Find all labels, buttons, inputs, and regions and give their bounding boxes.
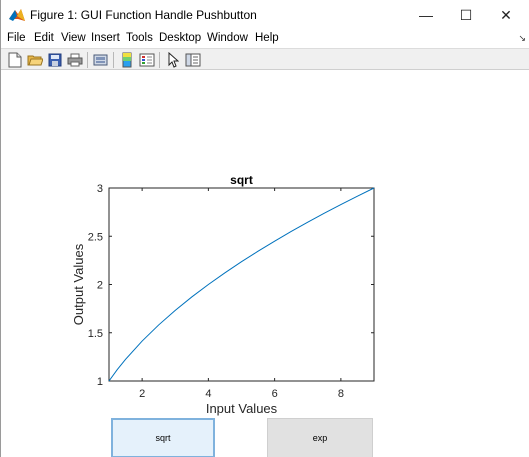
- exp-button[interactable]: exp: [267, 418, 373, 457]
- y-axis-label: Output Values: [71, 243, 86, 325]
- x-tick-label: 8: [338, 388, 344, 400]
- sqrt-button[interactable]: sqrt: [111, 418, 215, 457]
- sqrt-button-label: sqrt: [155, 433, 171, 443]
- x-tick-label: 6: [272, 388, 278, 400]
- y-tick-label: 2: [97, 280, 103, 292]
- sqrt-plot[interactable]: 2 4 6 8 1 1.5 2 2.5 3 sqrt Input Values Output Valu…: [1, 0, 529, 457]
- figure-window: Figure 1: GUI Function Handle Pushbutton…: [0, 0, 529, 457]
- chart-title: sqrt: [230, 173, 253, 187]
- y-tick-label: 2.5: [88, 231, 103, 243]
- y-tick-label: 1.5: [88, 328, 103, 340]
- x-axis-label: Input Values: [206, 401, 278, 416]
- x-tick-label: 4: [205, 388, 211, 400]
- y-tick-label: 1: [97, 376, 103, 388]
- axes-box: [108, 187, 375, 382]
- x-tick-label: 2: [139, 388, 145, 400]
- y-tick-label: 3: [97, 183, 103, 195]
- exp-button-label: exp: [312, 433, 328, 443]
